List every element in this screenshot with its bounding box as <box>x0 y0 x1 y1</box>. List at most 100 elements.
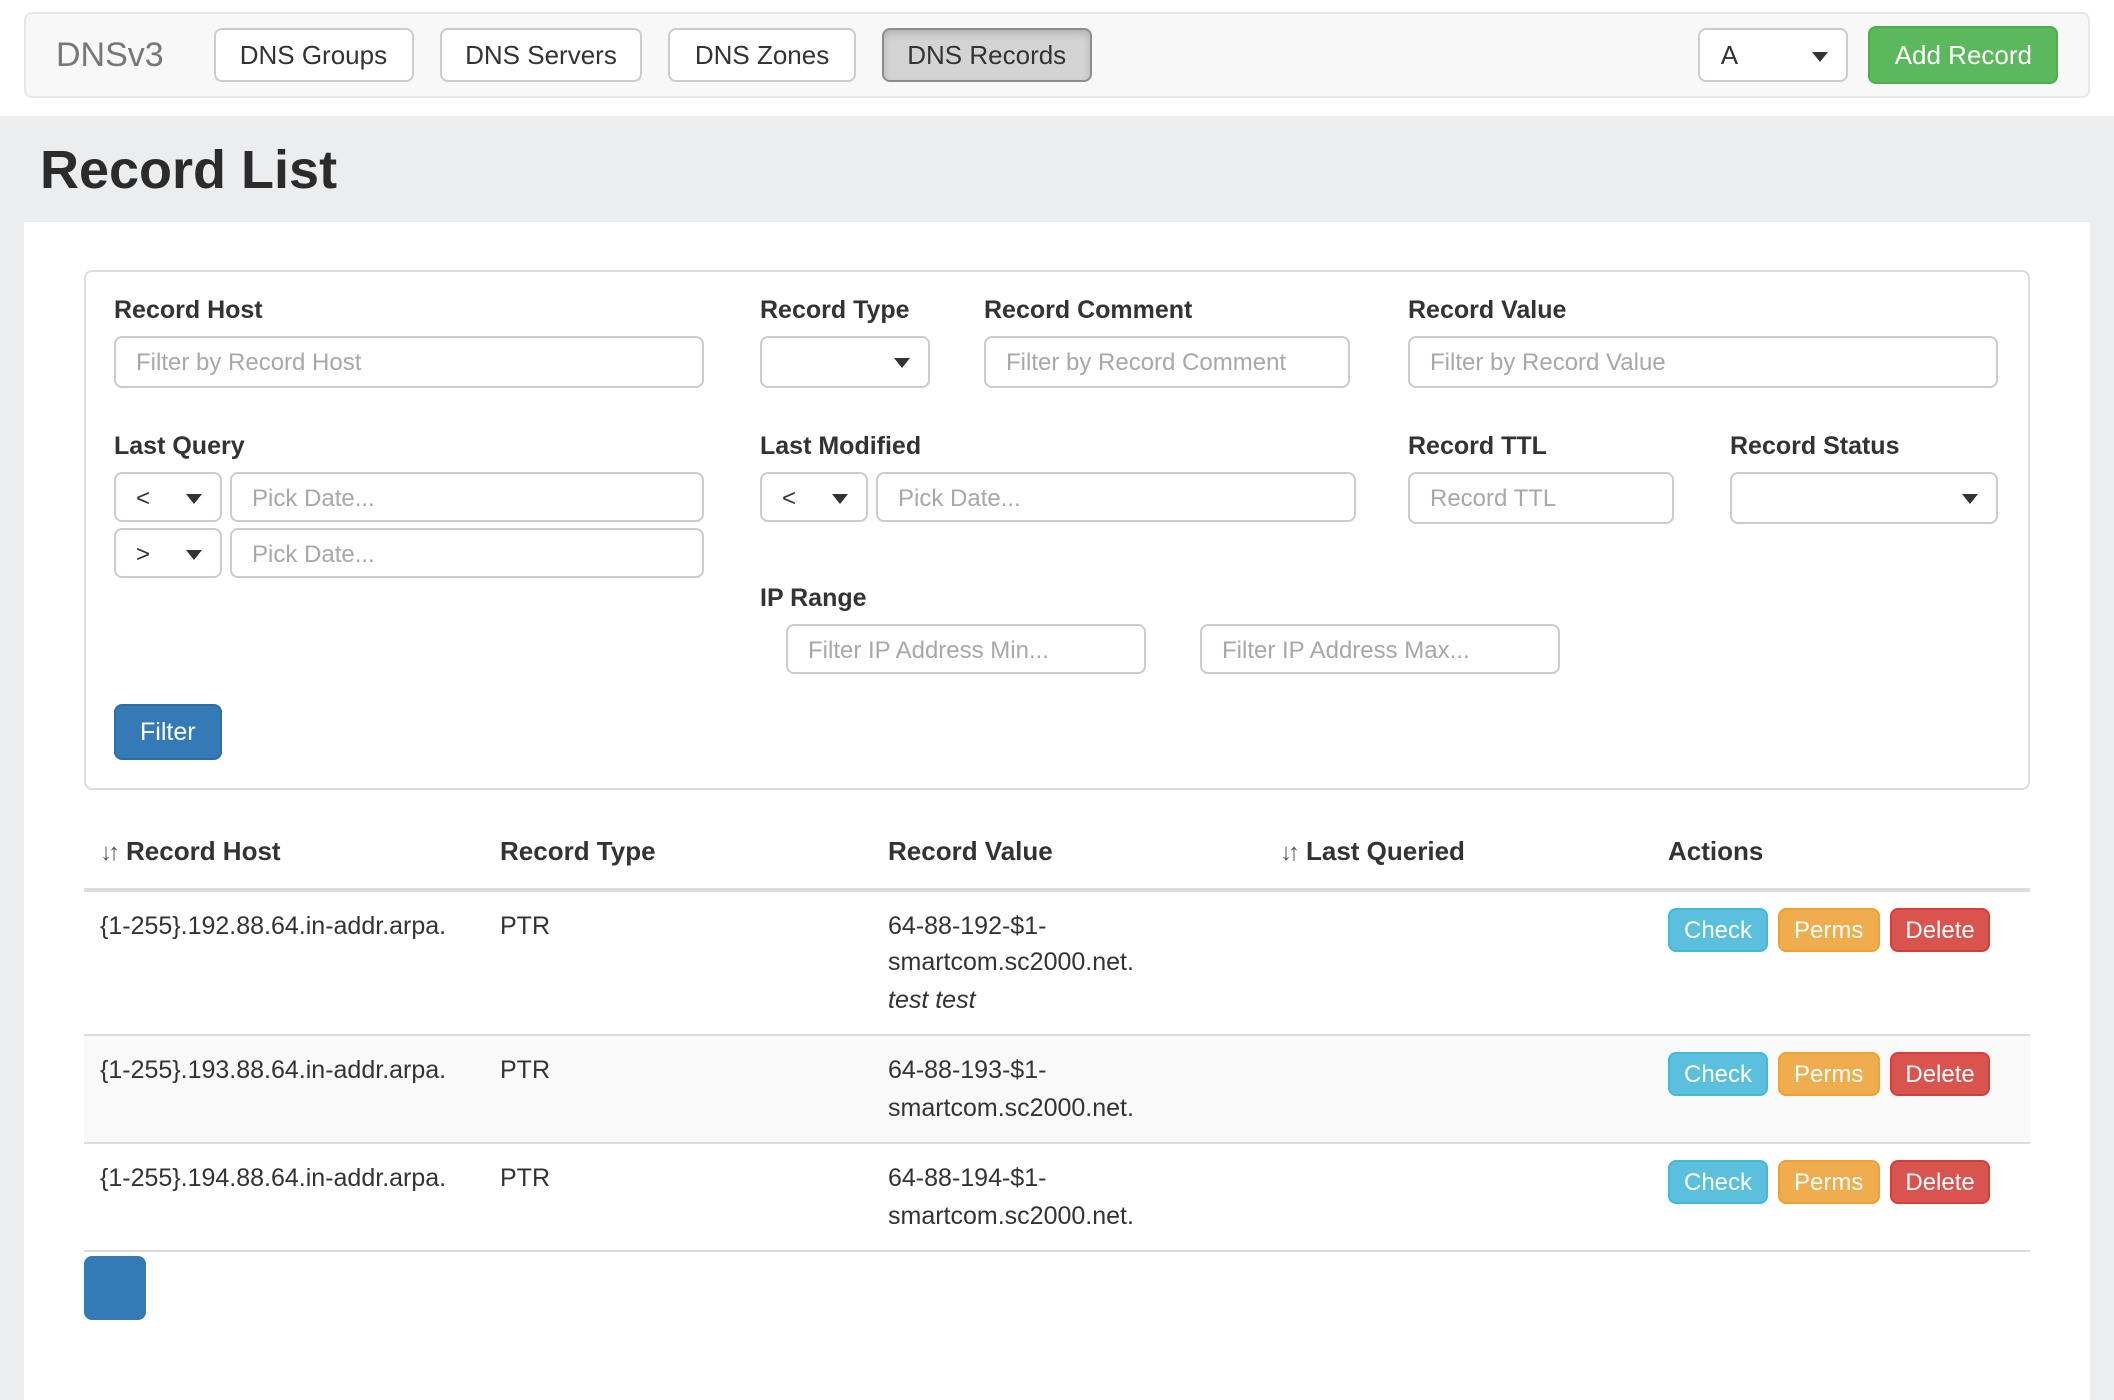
filter-record-ttl-group: Record TTL <box>1408 432 1674 524</box>
record-type-filter-select[interactable] <box>760 336 930 388</box>
record-value-cell: 64-88-194-$1-smartcom.sc2000.net. <box>872 1144 1264 1250</box>
record-comment-label: Record Comment <box>984 296 1350 324</box>
nav-dns-zones-button[interactable]: DNS Zones <box>669 28 855 82</box>
record-host-cell: {1-255}.192.88.64.in-addr.arpa. <box>84 891 484 1034</box>
record-value-label: Record Value <box>1408 296 1998 324</box>
record-ttl-input[interactable] <box>1408 472 1674 524</box>
record-comment-text: test test <box>888 981 1248 1018</box>
filter-record-type-group: Record Type <box>760 296 930 388</box>
last-query-after-date-input[interactable] <box>230 528 704 578</box>
check-button[interactable]: Check <box>1668 1160 1768 1204</box>
check-button[interactable]: Check <box>1668 1052 1768 1096</box>
last-query-after-row: > <box>114 528 704 578</box>
header-actions-label: Actions <box>1668 836 1763 866</box>
perms-button[interactable]: Perms <box>1778 1052 1879 1096</box>
nav-dns-servers-button[interactable]: DNS Servers <box>439 28 643 82</box>
viewport: DNSv3 DNS Groups DNS Servers DNS Zones D… <box>0 12 2114 1272</box>
last-query-label: Last Query <box>114 432 704 460</box>
filter-record-status-group: Record Status <box>1730 432 1998 524</box>
filter-panel: Record Host Record Type Record Comment R… <box>84 270 2030 790</box>
last-queried-cell <box>1264 1144 1652 1250</box>
record-value-cell: 64-88-192-$1-smartcom.sc2000.net. test t… <box>872 891 1264 1034</box>
content-card: Record Host Record Type Record Comment R… <box>24 222 2090 1400</box>
actions-cell: Check Perms Delete <box>1652 891 2030 1034</box>
navbar-right: A Add Record <box>1699 26 2058 84</box>
header-record-host[interactable]: ↓↑ Record Host <box>84 818 484 887</box>
filter-ip-range-group: IP Range <box>760 584 2000 674</box>
records-table: ↓↑ Record Host Record Type Record Value ↓… <box>84 818 2030 1320</box>
delete-button[interactable]: Delete <box>1889 907 1990 951</box>
header-last-queried[interactable]: ↓↑ Last Queried <box>1264 818 1652 887</box>
table-body: {1-255}.192.88.64.in-addr.arpa. PTR 64-8… <box>84 891 2030 1252</box>
pagination-active-page-button[interactable] <box>84 1256 146 1320</box>
ip-range-label: IP Range <box>760 584 2000 612</box>
perms-button[interactable]: Perms <box>1778 907 1879 951</box>
record-type-select[interactable]: A <box>1699 28 1849 82</box>
nav-dns-records-button[interactable]: DNS Records <box>881 28 1092 82</box>
filter-record-host-group: Record Host <box>114 296 704 388</box>
record-type-select-value: A <box>1721 40 1738 70</box>
record-host-cell: {1-255}.194.88.64.in-addr.arpa. <box>84 1144 484 1250</box>
record-type-cell: PTR <box>484 891 872 1034</box>
header-last-queried-label: Last Queried <box>1306 836 1465 866</box>
table-row: {1-255}.193.88.64.in-addr.arpa. PTR 64-8… <box>84 1034 2030 1142</box>
last-query-before-row: < <box>114 472 704 522</box>
record-value-text: 64-88-193-$1-smartcom.sc2000.net. <box>888 1052 1248 1126</box>
actions-cell: Check Perms Delete <box>1652 1036 2030 1142</box>
record-status-select[interactable] <box>1730 472 1998 524</box>
header-record-type: Record Type <box>484 818 872 887</box>
ip-range-row <box>786 624 2000 674</box>
last-modified-lt-value: < <box>782 483 796 511</box>
header-record-value: Record Value <box>872 818 1264 887</box>
record-value-text: 64-88-194-$1-smartcom.sc2000.net. <box>888 1160 1248 1234</box>
filter-last-query-group: Last Query < > <box>114 432 704 584</box>
perms-button[interactable]: Perms <box>1778 1160 1879 1204</box>
nav-dns-groups-button[interactable]: DNS Groups <box>214 28 413 82</box>
last-query-gt-select[interactable]: > <box>114 528 222 578</box>
last-modified-date-input[interactable] <box>876 472 1356 522</box>
ip-address-min-input[interactable] <box>786 624 1146 674</box>
filter-last-modified-group: Last Modified < <box>760 432 1356 528</box>
last-modified-label: Last Modified <box>760 432 1356 460</box>
record-value-input[interactable] <box>1408 336 1998 388</box>
actions-cell: Check Perms Delete <box>1652 1144 2030 1250</box>
record-value-text: 64-88-192-$1-smartcom.sc2000.net. <box>888 907 1248 981</box>
record-status-label: Record Status <box>1730 432 1998 460</box>
sort-icon: ↓↑ <box>1280 838 1296 866</box>
record-ttl-label: Record TTL <box>1408 432 1674 460</box>
navbar: DNSv3 DNS Groups DNS Servers DNS Zones D… <box>24 12 2090 98</box>
last-modified-lt-select[interactable]: < <box>760 472 868 522</box>
sort-icon: ↓↑ <box>100 838 116 866</box>
page-body: Record List Record Host Record Type Reco… <box>0 116 2114 1400</box>
record-type-label: Record Type <box>760 296 930 324</box>
filter-record-value-group: Record Value <box>1408 296 1998 388</box>
header-actions: Actions <box>1652 818 2030 887</box>
last-queried-cell <box>1264 891 1652 1034</box>
record-type-cell: PTR <box>484 1144 872 1250</box>
last-query-before-date-input[interactable] <box>230 472 704 522</box>
header-record-type-label: Record Type <box>500 836 656 866</box>
record-comment-input[interactable] <box>984 336 1350 388</box>
ip-address-max-input[interactable] <box>1200 624 1560 674</box>
header-record-host-label: Record Host <box>126 836 281 866</box>
brand-logo: DNSv3 <box>56 35 164 75</box>
delete-button[interactable]: Delete <box>1889 1160 1990 1204</box>
table-row: {1-255}.192.88.64.in-addr.arpa. PTR 64-8… <box>84 891 2030 1034</box>
table-row: {1-255}.194.88.64.in-addr.arpa. PTR 64-8… <box>84 1142 2030 1250</box>
record-host-input[interactable] <box>114 336 704 388</box>
record-host-cell: {1-255}.193.88.64.in-addr.arpa. <box>84 1036 484 1142</box>
last-query-lt-value: < <box>136 483 150 511</box>
header-record-value-label: Record Value <box>888 836 1053 866</box>
check-button[interactable]: Check <box>1668 907 1768 951</box>
last-query-lt-select[interactable]: < <box>114 472 222 522</box>
record-type-cell: PTR <box>484 1036 872 1142</box>
filter-record-comment-group: Record Comment <box>984 296 1350 388</box>
last-queried-cell <box>1264 1036 1652 1142</box>
last-modified-row: < <box>760 472 1356 522</box>
record-value-cell: 64-88-193-$1-smartcom.sc2000.net. <box>872 1036 1264 1142</box>
page-title: Record List <box>0 116 2114 222</box>
delete-button[interactable]: Delete <box>1889 1052 1990 1096</box>
filter-button[interactable]: Filter <box>114 704 222 760</box>
add-record-button[interactable]: Add Record <box>1869 26 2058 84</box>
table-header-row: ↓↑ Record Host Record Type Record Value ↓… <box>84 818 2030 891</box>
